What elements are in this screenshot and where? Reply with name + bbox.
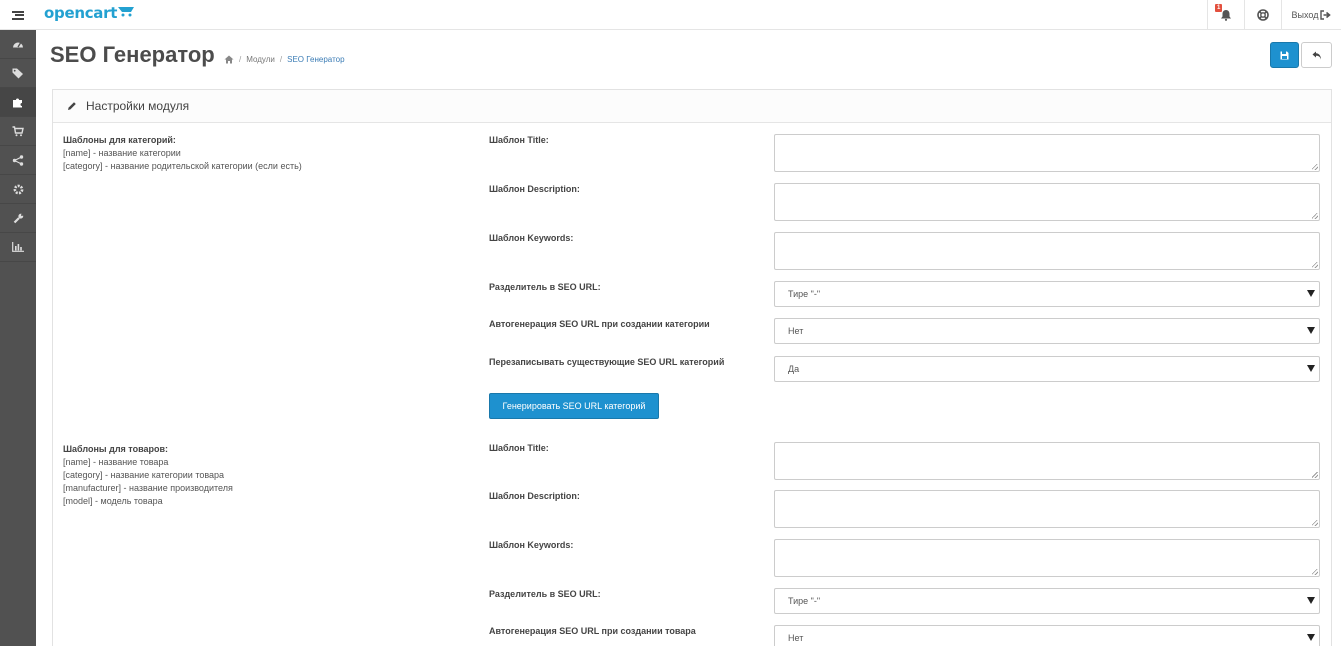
- category-autogen-label: Автогенерация SEO URL при создании катег…: [489, 319, 710, 329]
- life-ring-icon: [1257, 9, 1269, 21]
- category-separator-value: Тире "-": [788, 289, 821, 299]
- category-help-line: [category] - название родительской катег…: [63, 161, 302, 171]
- logout-button[interactable]: Выход: [1281, 0, 1341, 30]
- product-help-line: [model] - модель товара: [63, 496, 163, 506]
- sidebar-item-system[interactable]: [0, 175, 36, 204]
- wrench-icon: [13, 213, 23, 223]
- product-keywords-textarea[interactable]: [774, 539, 1320, 577]
- product-autogen-select[interactable]: Нет: [774, 625, 1320, 646]
- dropdown-arrow-icon: [1307, 327, 1315, 334]
- sidebar-item-catalog[interactable]: [0, 59, 36, 88]
- product-help-line: [category] - название категории товара: [63, 470, 225, 480]
- notification-badge: 1: [1215, 4, 1223, 12]
- dropdown-arrow-icon: [1307, 597, 1315, 604]
- opencart-logo[interactable]: opencart: [44, 4, 136, 22]
- sidebar-item-sales[interactable]: [0, 117, 36, 146]
- category-overwrite-value: Да: [788, 364, 800, 374]
- breadcrumb: / Модули / SEO Генератор: [224, 55, 345, 64]
- category-autogen-select[interactable]: Нет: [774, 318, 1320, 344]
- category-separator-label: Разделитель в SEO URL:: [489, 282, 601, 292]
- cart-icon: [12, 125, 24, 136]
- category-templates-help: Шаблоны для категорий: [name] - название…: [63, 134, 302, 173]
- tags-icon: [12, 68, 23, 78]
- sidebar-item-marketing[interactable]: [0, 146, 36, 175]
- sidebar-item-reports[interactable]: [0, 233, 36, 262]
- category-separator-select[interactable]: Тире "-": [774, 281, 1320, 307]
- product-autogen-label: Автогенерация SEO URL при создании товар…: [489, 626, 696, 636]
- category-help-title: Шаблоны для категорий:: [63, 135, 176, 145]
- category-title-textarea[interactable]: [774, 134, 1320, 172]
- panel-heading-text: Настройки модуля: [86, 99, 190, 113]
- breadcrumb-seo-generator[interactable]: SEO Генератор: [287, 55, 344, 64]
- notifications-button[interactable]: 1: [1207, 0, 1244, 30]
- logo-cart-icon: [118, 7, 135, 17]
- category-help-line: [name] - название категории: [63, 148, 181, 158]
- cog-icon: [13, 184, 23, 194]
- generate-category-seo-button[interactable]: Генерировать SEO URL категорий: [489, 393, 659, 419]
- pencil-icon: [68, 102, 76, 110]
- product-templates-help: Шаблоны для товаров: [name] - название т…: [63, 443, 233, 508]
- bar-chart-icon: [12, 242, 24, 252]
- category-overwrite-select[interactable]: Да: [774, 356, 1320, 382]
- product-help-title: Шаблоны для товаров:: [63, 444, 169, 454]
- floppy-disk-icon: [1280, 51, 1289, 59]
- panel-heading: Настройки модуля: [53, 90, 1331, 123]
- category-overwrite-label: Перезаписывать существующие SEO URL кате…: [489, 357, 725, 367]
- back-button[interactable]: [1301, 42, 1332, 68]
- product-separator-value: Тире "-": [788, 596, 821, 606]
- help-button[interactable]: [1244, 0, 1281, 30]
- logo-text: opencart: [44, 4, 118, 22]
- top-header: opencart 1 Выход: [0, 0, 1341, 30]
- page-title: SEO Генератор: [50, 42, 215, 67]
- category-keywords-textarea[interactable]: [774, 232, 1320, 270]
- product-title-textarea[interactable]: [774, 442, 1320, 480]
- settings-panel: Настройки модуля Шаблоны для категорий: …: [52, 89, 1332, 646]
- category-description-label: Шаблон Description:: [489, 184, 580, 194]
- menu-toggle-button[interactable]: [0, 0, 36, 30]
- product-autogen-value: Нет: [788, 633, 804, 643]
- product-separator-select[interactable]: Тире "-": [774, 588, 1320, 614]
- breadcrumb-modules[interactable]: Модули: [246, 55, 275, 64]
- category-title-label: Шаблон Title:: [489, 135, 549, 145]
- reply-icon: [1312, 51, 1321, 59]
- sidebar-item-extensions[interactable]: [0, 88, 36, 117]
- main-content: SEO Генератор / Модули / SEO Генератор Н…: [36, 30, 1341, 646]
- dropdown-arrow-icon: [1307, 290, 1315, 297]
- hamburger-icon: [12, 10, 24, 20]
- sidebar: [0, 30, 36, 646]
- sign-out-icon: [1320, 10, 1332, 20]
- product-description-textarea[interactable]: [774, 490, 1320, 528]
- dropdown-arrow-icon: [1307, 365, 1315, 372]
- save-button[interactable]: [1270, 42, 1299, 68]
- product-help-line: [name] - название товара: [63, 457, 169, 467]
- sidebar-item-dashboard[interactable]: [0, 30, 36, 59]
- category-description-textarea[interactable]: [774, 183, 1320, 221]
- product-title-label: Шаблон Title:: [489, 443, 549, 453]
- logout-label: Выход: [1291, 10, 1319, 20]
- sidebar-item-tools[interactable]: [0, 204, 36, 233]
- dashboard-icon: [13, 42, 23, 48]
- product-separator-label: Разделитель в SEO URL:: [489, 589, 601, 599]
- dropdown-arrow-icon: [1307, 634, 1315, 641]
- share-icon: [12, 154, 24, 166]
- home-icon[interactable]: [224, 55, 234, 64]
- product-description-label: Шаблон Description:: [489, 491, 580, 501]
- product-keywords-label: Шаблон Keywords:: [489, 540, 574, 550]
- category-autogen-value: Нет: [788, 326, 804, 336]
- product-help-line: [manufacturer] - название производителя: [63, 483, 233, 493]
- category-keywords-label: Шаблон Keywords:: [489, 233, 574, 243]
- puzzle-icon: [13, 98, 22, 107]
